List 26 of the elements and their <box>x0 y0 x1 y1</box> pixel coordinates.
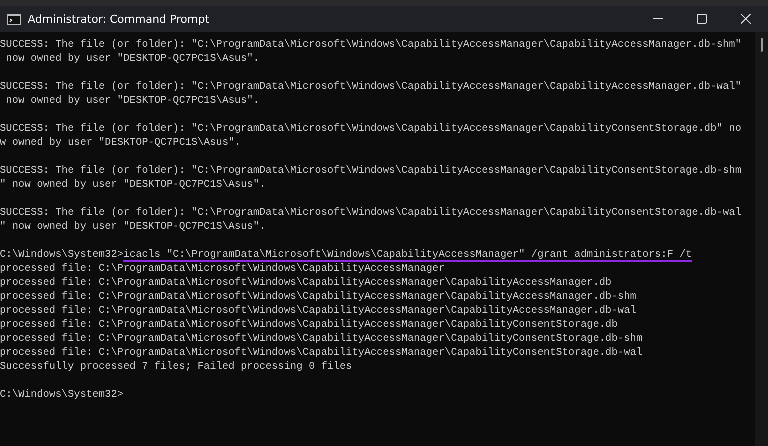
console-output-line: now owned by user "DESKTOP-QC7PC1S\Asus". <box>5 52 261 66</box>
console-output-line: processed file: C:\ProgramData\Microsoft\Windows\CapabilityAccessManager\CapabilityAccessManager.db-shm <box>0 290 638 304</box>
console-output-line: processed file: C:\ProgramData\Microsoft\Windows\CapabilityAccessManager\CapabilityConsentStorage.db <box>0 318 619 332</box>
console-output-line: processed file: C:\ProgramData\Microsoft\Windows\CapabilityAccessManager\CapabilityConsentStorage.db-shm <box>0 332 644 346</box>
console-output-line: processed file: C:\ProgramData\Microsoft\Windows\CapabilityAccessManager\CapabilityAccessManager.db <box>0 276 613 290</box>
command-text: icacls "C:\ProgramData\Microsoft\Windows\CapabilityAccessManager" /grant administrators:F /t <box>124 249 692 261</box>
console-output-line: now owned by user "DESKTOP-QC7PC1S\Asus". <box>5 94 261 108</box>
command-prompt: C:\Windows\System32> <box>0 389 124 401</box>
terminal-icon <box>7 14 21 24</box>
console-output-line: processed file: C:\ProgramData\Microsoft\Windows\CapabilityAccessManager <box>0 262 446 276</box>
command-prompt: C:\Windows\System32> <box>0 249 124 261</box>
maximize-icon <box>697 14 707 24</box>
console-output-line: SUCCESS: The file (or folder): "C:\ProgramData\Microsoft\Windows\CapabilityAccessManager\CapabilityAccessManager.db-wal" <box>0 80 742 94</box>
close-icon <box>741 14 751 24</box>
console-output-line: " now owned by user "DESKTOP-QC7PC1S\Asus". <box>0 178 267 192</box>
console-output-line: SUCCESS: The file (or folder): "C:\ProgramData\Microsoft\Windows\CapabilityAccessManager\CapabilityConsentStorage.db-shm <box>0 164 742 178</box>
console-output-line: processed file: C:\ProgramData\Microsoft\Windows\CapabilityAccessManager\CapabilityConsentStorage.db-wal <box>0 346 644 360</box>
console-output-line: processed file: C:\ProgramData\Microsoft\Windows\CapabilityAccessManager\CapabilityAccessManager.db-wal <box>0 304 638 318</box>
console-output-line: SUCCESS: The file (or folder): "C:\ProgramData\Microsoft\Windows\CapabilityAccessManager\CapabilityConsentStorage.db" no <box>0 122 742 136</box>
console-output-line: SUCCESS: The file (or folder): "C:\ProgramData\Microsoft\Windows\CapabilityAccessManager\CapabilityAccessManager.db-shm" <box>0 38 742 52</box>
console-output-line: SUCCESS: The file (or folder): "C:\ProgramData\Microsoft\Windows\CapabilityAccessManager\CapabilityConsentStorage.db-wal <box>0 206 742 220</box>
console-output-line: " now owned by user "DESKTOP-QC7PC1S\Asus". <box>0 220 267 234</box>
scrollbar[interactable] <box>755 32 768 446</box>
console-output-line: w owned by user "DESKTOP-QC7PC1S\Asus". <box>0 136 242 150</box>
window-title: Administrator: Command Prompt <box>28 12 210 26</box>
console-output-line: Successfully processed 7 files; Failed processing 0 files <box>0 360 354 374</box>
